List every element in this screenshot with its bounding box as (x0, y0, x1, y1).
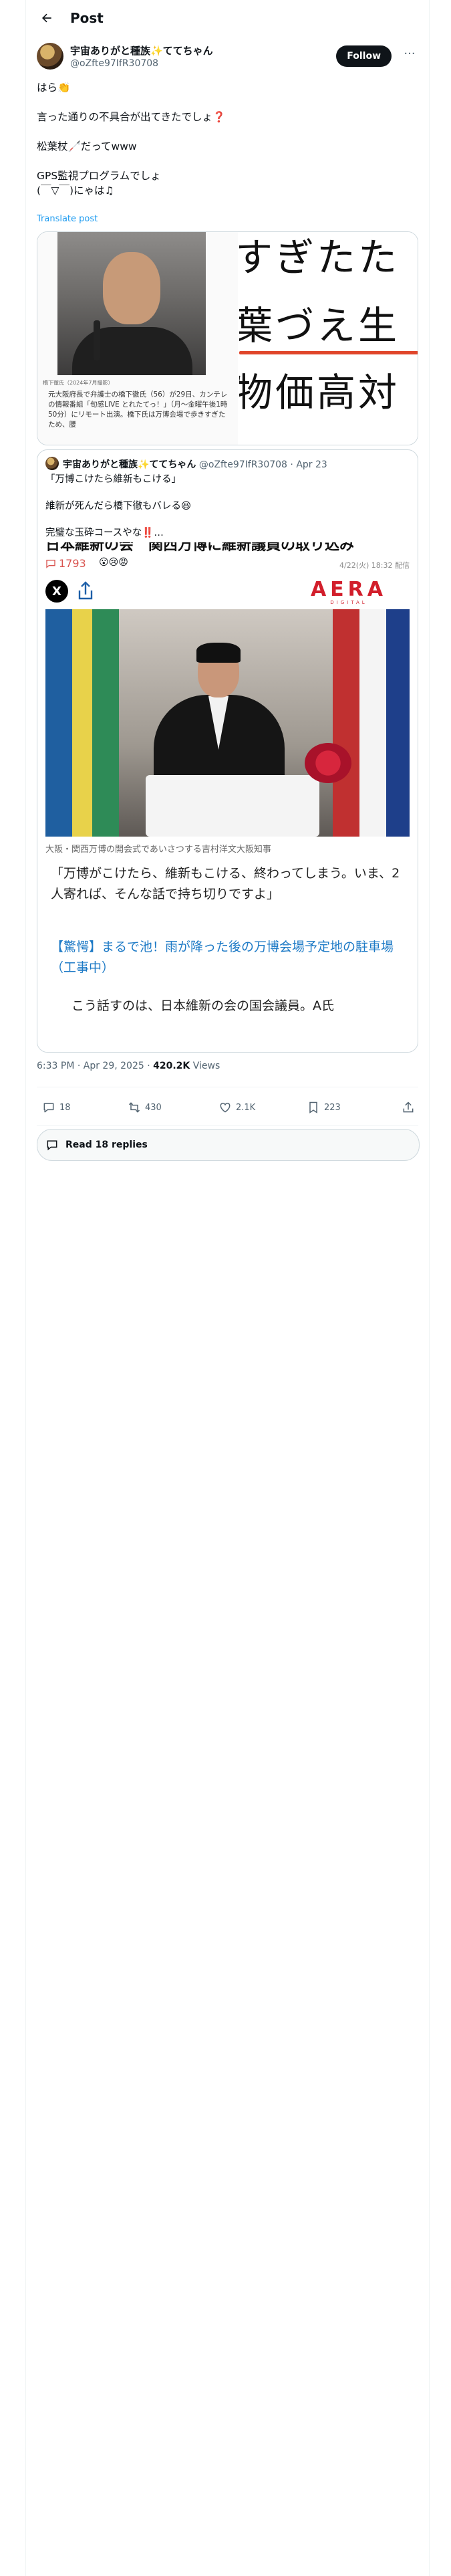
reply-count: 18 (59, 1102, 71, 1113)
bookmark-icon (309, 1101, 317, 1113)
heart-icon (220, 1102, 231, 1113)
quoted-line: 維新が死んだら橋下徹もバレる😆 (45, 501, 192, 512)
views-label: Views (190, 1061, 220, 1071)
bookmark-button[interactable]: 223 (307, 1094, 341, 1121)
post-author: 宇宙ありがと種族✨ててちゃん @oZfte97IfR30708 Follow ·… (37, 43, 418, 72)
quoted-post[interactable]: 宇宙ありがと種族✨ててちゃん @oZfte97IfR30708 · Apr 23… (37, 449, 418, 1053)
comment-icon (46, 559, 55, 568)
top-bar: Post (26, 0, 429, 35)
headline-closeup: すぎたた 葉づえ生 物価高対 (239, 232, 418, 445)
back-arrow-icon[interactable] (35, 7, 58, 29)
reply-bubble-icon (47, 1140, 57, 1151)
divider (37, 1125, 418, 1126)
read-replies-button[interactable]: Read 18 replies (37, 1129, 420, 1161)
like-count: 2.1K (236, 1102, 256, 1113)
avatar[interactable] (37, 43, 63, 70)
article-snippet: 元大阪府長で弁護士の橋下徹氏（56）が29日、カンテレの情報番組「旬感LIVE … (48, 391, 228, 429)
reply-icon (43, 1103, 54, 1113)
repost-icon (128, 1102, 140, 1113)
aera-logo: AERA DIGITAL (310, 578, 387, 606)
photo-caption: 橋下徹氏（2024年7月撮影） (43, 380, 114, 386)
red-underline (239, 351, 418, 354)
repost-count: 430 (145, 1102, 162, 1113)
published-date: 4/22(火) 18:32 配信 (339, 561, 410, 570)
display-name[interactable]: 宇宙ありがと種族✨ててちゃん (70, 43, 213, 58)
more-options-icon[interactable]: ··· (402, 48, 417, 63)
share-button[interactable] (402, 1094, 415, 1121)
quoted-text: 「万博こけたら維新もこける」 維新が死んだら橋下徹もバレる😆 完璧な玉砕コースや… (45, 473, 410, 540)
like-button[interactable]: 2.1K (218, 1094, 255, 1121)
quoted-line: 「万博こけたら維新もこける」 (45, 474, 181, 485)
post-line: 言った通りの不具合が出てきたでしょ❓ (37, 111, 226, 123)
share-icon (78, 581, 94, 601)
timeline-column: Post 宇宙ありがと種族✨ててちゃん @oZfte97IfR30708 Fol… (25, 0, 430, 2576)
post-line: (￣▽￣)にゃは♫ (37, 185, 114, 197)
quoted-line: 完璧な玉砕コースやな‼️… (45, 528, 164, 538)
portrait-photo (57, 232, 206, 375)
user-handle[interactable]: @oZfte97IfR30708 (70, 58, 213, 69)
attached-image-card[interactable]: 橋下徹氏（2024年7月撮影） 元大阪府長で弁護士の橋下徹氏（56）が29日、カ… (37, 231, 418, 445)
follow-button[interactable]: Follow (336, 45, 392, 67)
post-time[interactable]: 6:33 PM · Apr 29, 2025 · (37, 1061, 153, 1071)
post-line: 松葉杖🦯だってwww (37, 140, 137, 152)
article-text: こう話すのは、日本維新の会の国会議員。A氏 (59, 998, 334, 1013)
quoted-display-name: 宇宙ありがと種族✨ててちゃん (63, 459, 196, 470)
article-screenshot: 日本維新の会 関西万博に維新議員の取り込み 1793 😮😢😡 4/22(火) 1… (45, 542, 410, 1052)
cut-headline: 日本維新の会 関西万博に維新議員の取り込み (45, 542, 355, 552)
x-share-icon: X (45, 580, 68, 603)
read-replies-label: Read 18 replies (65, 1140, 148, 1150)
post-text: はら👏 言った通りの不具合が出てきたでしょ❓ 松葉杖🦯だってwww GPS監視プ… (37, 80, 418, 198)
photo-caption: 大阪・関西万博の開会式であいさつする吉村洋文大阪知事 (45, 845, 271, 855)
news-screenshot: 橋下徹氏（2024年7月撮影） 元大阪府長で弁護士の橋下徹氏（56）が29日、カ… (37, 232, 238, 445)
repost-button[interactable]: 430 (128, 1094, 162, 1121)
reaction-icons: 😮😢😡 (99, 557, 128, 568)
page-title: Post (70, 9, 104, 26)
article-quote: 「万博がこけたら、維新もこける、終わってしまう。いま、2人寄れば、そんな話で持ち… (51, 866, 400, 901)
bookmark-count: 223 (324, 1102, 341, 1113)
post-line: はら👏 (37, 82, 71, 94)
translate-link[interactable]: Translate post (37, 214, 98, 224)
post-line: GPS監視プログラムでしょ (37, 170, 161, 182)
post-meta: 6:33 PM · Apr 29, 2025 · 420.2K Views (37, 1061, 220, 1071)
view-count: 420.2K (153, 1061, 190, 1071)
headline-line: 物価高対 (239, 370, 400, 415)
quoted-handle-date: @oZfte97IfR30708 · Apr 23 (198, 459, 327, 470)
article-link: 【驚愕】まるで池！雨が降った後の万博会場予定地の駐車場（工事中） (51, 940, 394, 975)
avatar (45, 457, 59, 470)
share-icon (403, 1101, 414, 1113)
speech-photo (45, 609, 410, 837)
comment-count: 1793 (45, 557, 86, 570)
headline-line: すぎたた (239, 235, 400, 280)
action-bar: 18 430 2.1K 223 (37, 1094, 418, 1121)
reply-button[interactable]: 18 (42, 1094, 71, 1121)
headline-line: 葉づえ生 (239, 303, 400, 348)
